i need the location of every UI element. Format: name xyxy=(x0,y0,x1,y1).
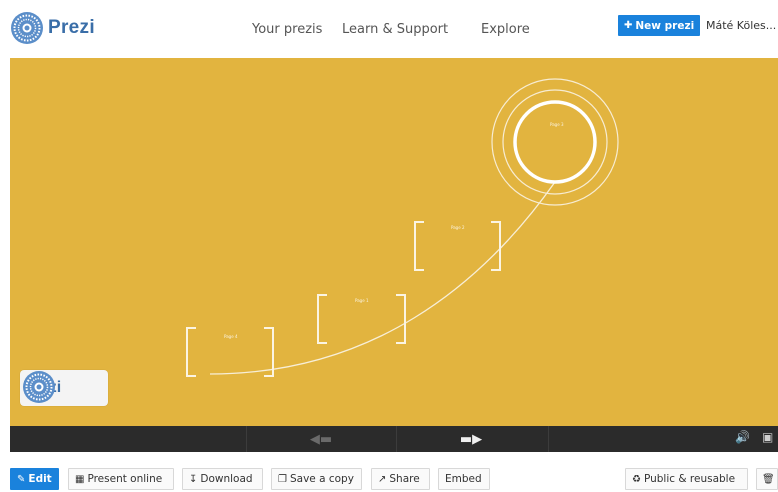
recycle-icon: ♻ xyxy=(632,473,641,485)
public-reusable-label: Public & reusable xyxy=(643,473,736,485)
share-icon: ↗ xyxy=(378,473,387,485)
prezi-actions-toolbar: ✎ Edit ▦ Present online ↧ Download ❐ Sav… xyxy=(0,468,778,492)
nav-learn-support[interactable]: Learn & Support xyxy=(342,22,448,37)
download-label: Download xyxy=(200,473,253,485)
right-arrow-icon: ▬▶ xyxy=(459,431,483,447)
nav-your-prezis[interactable]: Your prezis xyxy=(252,22,322,37)
prezi-canvas[interactable]: Page 4 Page 1 Page 2 Page 3 Prezi xyxy=(10,58,778,426)
present-online-button[interactable]: ▦ Present online xyxy=(68,468,174,490)
circle-frame-page-3 xyxy=(491,78,619,206)
edit-label: Edit xyxy=(28,473,52,485)
controls-segment xyxy=(10,426,247,452)
prezi-watermark: Prezi xyxy=(20,370,108,406)
frame-label-page-2: Page 2 xyxy=(451,225,465,230)
trash-icon: 🗑 xyxy=(762,473,775,485)
new-prezi-label: New prezi xyxy=(635,19,695,32)
brand-name: Prezi xyxy=(48,17,95,38)
public-reusable-button[interactable]: ♻ Public & reusable xyxy=(625,468,748,490)
delete-button[interactable]: 🗑 xyxy=(756,468,778,490)
download-button[interactable]: ↧ Download xyxy=(182,468,263,490)
nav-explore[interactable]: Explore xyxy=(481,22,530,37)
new-prezi-button[interactable]: ✚ New prezi xyxy=(618,15,701,36)
save-a-copy-label: Save a copy xyxy=(289,473,354,485)
top-navigation-bar: Prezi Your prezis Learn & Support Explor… xyxy=(0,0,778,58)
edit-button[interactable]: ✎ Edit xyxy=(10,468,59,490)
share-button[interactable]: ↗ Share xyxy=(371,468,430,490)
canvas-artwork: Page 4 Page 1 Page 2 Page 3 xyxy=(186,78,619,377)
embed-button[interactable]: Embed xyxy=(438,468,490,490)
plus-document-icon: ✚ xyxy=(624,20,633,31)
share-label: Share xyxy=(389,473,420,485)
player-controls-bar: ◀▬ ▬▶ 🔊 ▣ xyxy=(10,426,778,452)
save-a-copy-button[interactable]: ❐ Save a copy xyxy=(271,468,362,490)
user-name-menu[interactable]: Máté Köles... xyxy=(706,19,776,32)
embed-label: Embed xyxy=(445,473,482,485)
present-online-label: Present online xyxy=(87,473,163,485)
fullscreen-icon[interactable]: ▣ xyxy=(762,430,773,444)
prezi-logo[interactable]: Prezi xyxy=(10,11,95,45)
prezi-logo-icon xyxy=(23,371,55,403)
prezi-logo-icon xyxy=(11,12,43,44)
presentation-icon: ▦ xyxy=(75,473,85,485)
frame-label-page-4: Page 4 xyxy=(224,334,238,339)
previous-step-button[interactable]: ◀▬ xyxy=(246,426,396,452)
path-curve xyxy=(209,181,556,375)
pencil-icon: ✎ xyxy=(17,473,26,485)
left-arrow-icon: ◀▬ xyxy=(309,431,333,447)
volume-icon[interactable]: 🔊 xyxy=(735,430,750,444)
frame-label-page-1: Page 1 xyxy=(355,298,369,303)
frame-label-page-3: Page 3 xyxy=(550,122,564,127)
download-icon: ↧ xyxy=(189,473,198,485)
next-step-button[interactable]: ▬▶ xyxy=(396,426,546,452)
copy-icon: ❐ xyxy=(278,473,287,485)
